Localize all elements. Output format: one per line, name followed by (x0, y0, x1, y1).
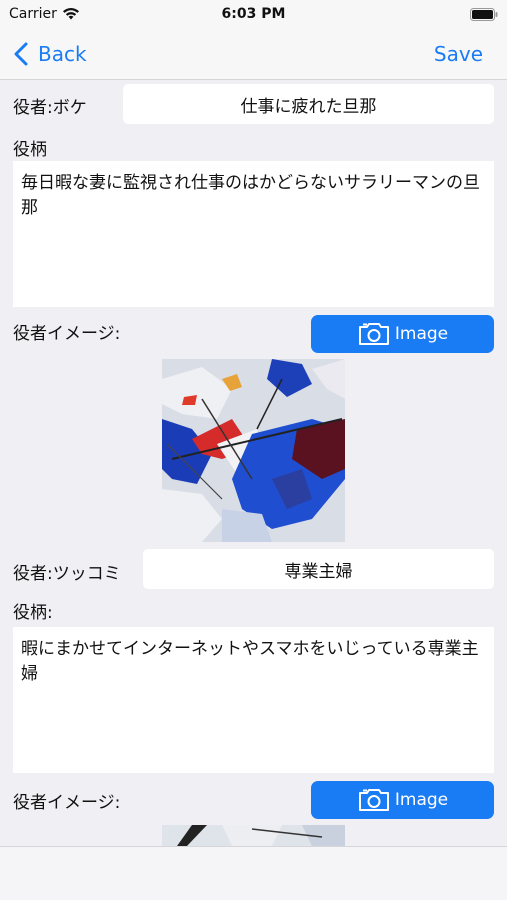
boke-image-button[interactable]: Image (311, 315, 494, 353)
tsukkomi-actor-image (162, 825, 345, 846)
back-button[interactable]: Back (14, 40, 87, 68)
bottom-toolbar (0, 846, 507, 900)
tsukkomi-actor-label: 役者:ツッコミ (13, 564, 121, 584)
boke-role-label: 役柄 (13, 140, 47, 160)
back-chevron-icon (14, 42, 28, 66)
tsukkomi-actor-field[interactable]: 専業主婦 (143, 549, 494, 589)
tsukkomi-role-textarea[interactable]: 暇にまかせてインターネットやスマホをいじっている専業主婦 (13, 627, 494, 773)
boke-actor-field[interactable]: 仕事に疲れた旦那 (123, 84, 494, 124)
save-button[interactable]: Save (434, 42, 483, 66)
boke-actor-image (162, 359, 345, 542)
camera-icon (358, 789, 389, 811)
battery-icon (470, 8, 498, 25)
back-label: Back (38, 42, 87, 66)
clock: 6:03 PM (221, 6, 286, 22)
status-bar: Carrier 6:03 PM (0, 0, 507, 30)
boke-image-label: 役者イメージ: (13, 324, 121, 344)
camera-icon (358, 323, 389, 345)
tsukkomi-image-label: 役者イメージ: (13, 793, 121, 813)
boke-actor-label: 役者:ボケ (13, 98, 87, 118)
tsukkomi-role-label: 役柄: (13, 603, 53, 623)
boke-role-textarea[interactable]: 毎日暇な妻に監視され仕事のはかどらないサラリーマンの旦那 (13, 161, 494, 307)
navigation-bar: Back Save (0, 30, 507, 80)
boke-image-button-label: Image (394, 324, 449, 344)
tsukkomi-image-button[interactable]: Image (311, 781, 494, 819)
tsukkomi-image-button-label: Image (394, 790, 449, 810)
